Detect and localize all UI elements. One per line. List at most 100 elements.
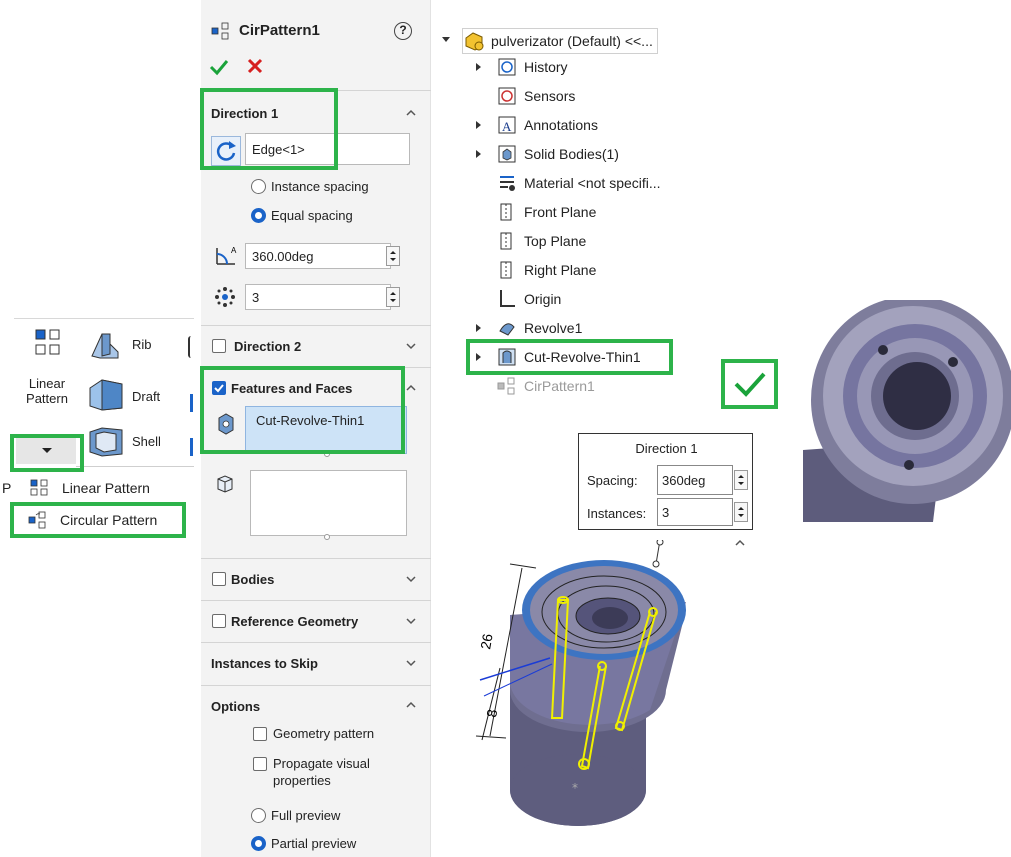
menu-item-linear-pattern[interactable]: Linear Pattern [14, 474, 184, 502]
circular-pattern-icon [211, 22, 229, 40]
instances-icon [215, 287, 235, 307]
tree-item[interactable]: Sensors [496, 83, 575, 109]
full-preview-label: Full preview [271, 808, 341, 823]
spinner-arrows-icon [738, 507, 744, 517]
tree-item[interactable]: Origin [496, 286, 561, 312]
instances-input[interactable]: 3 [245, 284, 391, 310]
chevron-down-icon[interactable] [406, 341, 416, 351]
clipped-toolbar-edge-2 [190, 394, 193, 412]
section-label: Reference Geometry [231, 613, 359, 629]
angle-input[interactable]: 360.00deg [245, 243, 391, 269]
tree-item-label: Origin [524, 291, 562, 307]
root-expand-arrow[interactable] [442, 37, 450, 42]
highlight-cut-revolve [466, 339, 673, 375]
tree-item[interactable]: Front Plane [496, 199, 596, 225]
tree-root[interactable]: pulverizator (Default) <<... [462, 28, 658, 54]
section-bodies-header[interactable]: Bodies [201, 559, 431, 599]
dim-8-label: 8 [483, 708, 500, 719]
popup-spacing-spinner[interactable] [734, 470, 748, 490]
tree-item[interactable]: Top Plane [496, 228, 586, 254]
tree-item-label: Solid Bodies(1) [524, 146, 619, 162]
resize-handle[interactable] [324, 534, 330, 540]
linear-pattern-icon [30, 479, 48, 496]
tree-item-label: Top Plane [524, 233, 587, 249]
geometry-pattern-label: Geometry pattern [273, 726, 375, 741]
instances-value: 3 [252, 289, 260, 305]
draft-label: Draft [132, 389, 161, 404]
plane-icon [500, 232, 512, 250]
expand-arrow-icon[interactable] [476, 121, 481, 129]
angle-icon: A [216, 246, 237, 265]
material-icon [500, 176, 515, 191]
svg-text:A: A [231, 246, 237, 255]
chevron-down-icon[interactable] [406, 616, 416, 626]
shell-button[interactable]: Shell [84, 426, 174, 462]
rib-icon [91, 333, 119, 359]
tree-item-label: Material <not specifi... [524, 175, 661, 191]
origin-icon [500, 290, 515, 307]
cancel-x-icon[interactable] [247, 58, 263, 74]
section-reference-geometry-header[interactable]: Reference Geometry [201, 601, 431, 641]
popup-spacing-value: 360deg [662, 473, 706, 488]
rib-button[interactable]: Rib [84, 328, 164, 364]
tree-item[interactable]: History [496, 54, 568, 80]
help-icon: ? [399, 23, 407, 37]
tree-item[interactable]: Right Plane [496, 257, 596, 283]
spinner-arrows-icon [390, 292, 396, 302]
tree-item[interactable]: Material <not specifi... [496, 170, 661, 196]
expand-arrow-icon[interactable] [476, 63, 481, 71]
chevron-up-icon[interactable] [406, 383, 416, 393]
chevron-down-icon[interactable] [406, 574, 416, 584]
svg-text:A: A [502, 119, 512, 134]
popup-collapse-chevron-icon[interactable] [734, 538, 746, 548]
section-label: Bodies [231, 571, 275, 587]
expand-arrow-icon[interactable] [476, 150, 481, 158]
expand-arrow-icon[interactable] [476, 324, 481, 332]
shell-icon [89, 427, 123, 457]
tree-item-label: CirPattern1 [524, 378, 595, 394]
popup-spacing-input[interactable]: 360deg [657, 465, 733, 495]
instance-spacing-label: Instance spacing [271, 179, 369, 194]
equal-spacing-radio[interactable] [251, 208, 266, 223]
help-button[interactable]: ? [394, 22, 412, 40]
spinner-arrows-icon [738, 475, 744, 485]
propagate-visual-checkbox[interactable] [253, 757, 267, 771]
ok-check-icon[interactable] [209, 58, 229, 76]
partial-menu-letter: P [2, 480, 12, 496]
section-direction2-header[interactable]: Direction 2 [201, 326, 431, 366]
section-options-header[interactable]: Options [201, 686, 431, 726]
geometry-pattern-checkbox[interactable] [253, 727, 267, 741]
partial-preview-label: Partial preview [271, 836, 357, 851]
popup-instances-spinner[interactable] [734, 502, 748, 522]
linear-pattern-label: Linear Pattern [26, 376, 68, 406]
confirm-check-icon[interactable] [730, 368, 770, 400]
revolve-icon [499, 323, 515, 336]
tree-item[interactable]: Revolve1 [496, 315, 582, 341]
bodies-listbox[interactable] [250, 470, 407, 536]
draft-button[interactable]: Draft [84, 376, 174, 416]
chevron-up-icon[interactable] [406, 700, 416, 710]
full-preview-radio[interactable] [251, 808, 266, 823]
angle-spinner[interactable] [386, 246, 400, 266]
tree-item[interactable]: Solid Bodies(1) [496, 141, 619, 167]
sensors-icon [498, 87, 516, 105]
highlight-features-faces [200, 366, 405, 454]
popup-instances-label: Instances: [587, 506, 647, 521]
tree-item[interactable]: CirPattern1 [496, 373, 595, 399]
menu-item-label: Linear Pattern [62, 480, 150, 496]
tree-item-label: Annotations [524, 117, 598, 133]
tree-item-label: Right Plane [524, 262, 597, 278]
popup-instances-input[interactable]: 3 [657, 498, 733, 526]
linear-pattern-button[interactable]: Linear Pattern [16, 324, 78, 410]
tree-item[interactable]: A Annotations [496, 112, 598, 138]
highlight-dropdown [10, 434, 84, 472]
linear-pattern-icon [35, 329, 60, 355]
plane-icon [500, 261, 512, 279]
chevron-down-icon[interactable] [406, 658, 416, 668]
solid-bodies-icon [498, 145, 516, 163]
section-instances-to-skip-header[interactable]: Instances to Skip [201, 643, 431, 683]
instances-spinner[interactable] [386, 287, 400, 307]
chevron-up-icon[interactable] [406, 108, 416, 118]
partial-preview-radio[interactable] [251, 836, 266, 851]
instance-spacing-radio[interactable] [251, 179, 266, 194]
